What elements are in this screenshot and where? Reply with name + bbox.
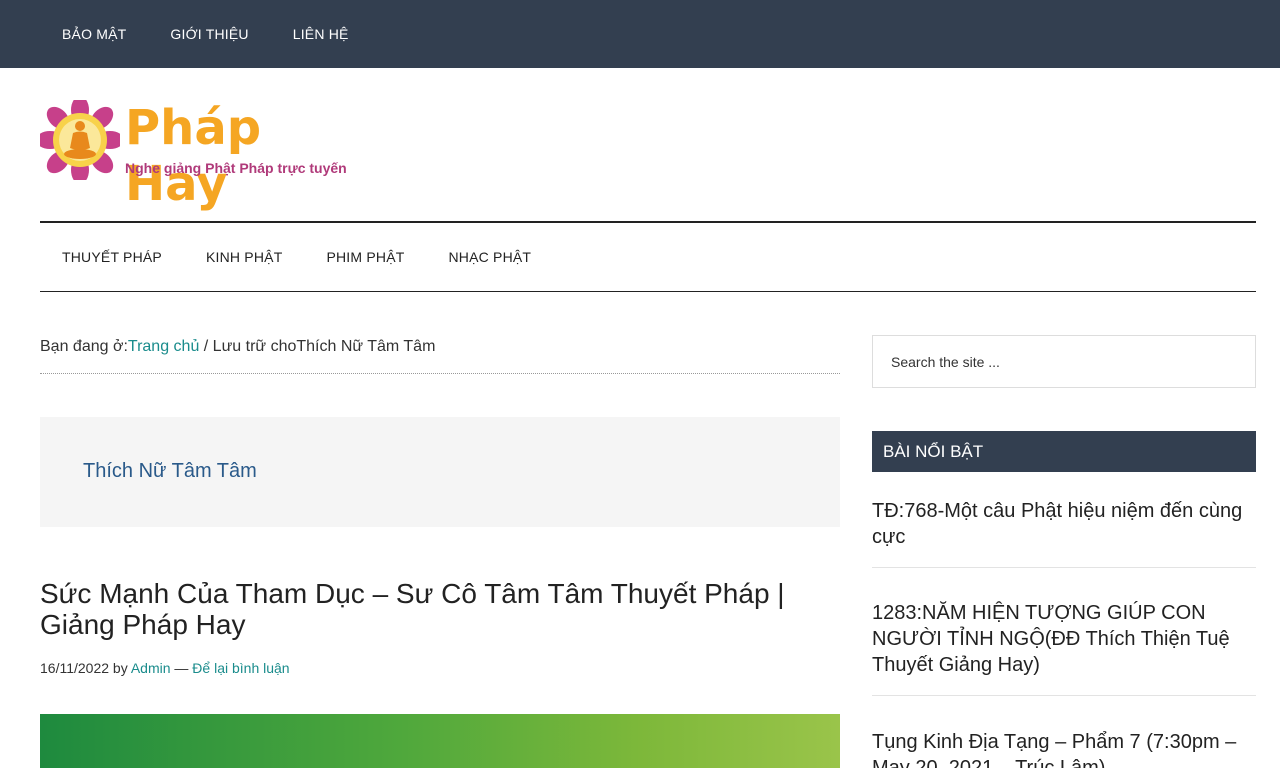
site-title: Pháp Hay [125, 100, 262, 212]
post-comment-link[interactable]: Để lại bình luận [192, 660, 289, 676]
site-tagline: Nghe giảng Phật Pháp trực tuyến [125, 160, 347, 176]
featured-post-item[interactable]: 1283:NĂM HIỆN TƯỢNG GIÚP CON NGƯỜI TỈNH … [872, 600, 1256, 696]
breadcrumb-current: Thích Nữ Tâm Tâm [296, 338, 436, 355]
breadcrumb-home-link[interactable]: Trang chủ [128, 338, 199, 355]
search-input[interactable] [873, 336, 1255, 387]
top-nav: BẢO MẬT GIỚI THIỆU LIÊN HỆ [40, 0, 371, 68]
featured-widget-title: BÀI NỔI BẬT [872, 431, 1256, 472]
post-meta: 16/11/2022 by Admin — Để lại bình luận [40, 660, 290, 676]
breadcrumb: Bạn đang ở:Trang chủ / Lưu trữ choThích … [40, 338, 840, 374]
post-meta-dash: — [170, 660, 193, 676]
featured-post-link[interactable]: Tụng Kinh Địa Tạng – Phẩm 7 (7:30pm – Ma… [872, 731, 1236, 768]
breadcrumb-separator: / Lưu trữ cho [199, 338, 297, 355]
featured-post-link[interactable]: 1283:NĂM HIỆN TƯỢNG GIÚP CON NGƯỜI TỈNH … [872, 602, 1230, 676]
top-nav-item-bao-mat[interactable]: BẢO MẬT [40, 26, 148, 42]
featured-post-link[interactable]: TĐ:768-Một câu Phật hiệu niệm đến cùng c… [872, 500, 1242, 548]
post-featured-image[interactable] [40, 714, 840, 768]
post-date: 16/11/2022 [40, 660, 110, 676]
main-nav-item-kinh-phat[interactable]: KINH PHẬT [184, 249, 304, 265]
featured-post-item[interactable]: Tụng Kinh Địa Tạng – Phẩm 7 (7:30pm – Ma… [872, 729, 1256, 768]
buddha-lotus-icon [40, 100, 120, 180]
site-logo[interactable]: Pháp Hay Nghe giảng Phật Pháp trực tuyến [40, 100, 380, 212]
main-nav-item-phim-phat[interactable]: PHIM PHẬT [304, 249, 426, 265]
breadcrumb-prefix: Bạn đang ở: [40, 338, 128, 355]
post-author-link[interactable]: Admin [131, 660, 171, 676]
archive-title: Thích Nữ Tâm Tâm [83, 460, 257, 482]
featured-post-item[interactable]: TĐ:768-Một câu Phật hiệu niệm đến cùng c… [872, 498, 1256, 568]
post-by: by [109, 660, 131, 676]
top-bar: BẢO MẬT GIỚI THIỆU LIÊN HỆ [0, 0, 1280, 68]
post-title-text[interactable]: Sức Mạnh Của Tham Dục – Sư Cô Tâm Tâm Th… [40, 578, 785, 640]
main-nav-item-thuyet-phap[interactable]: THUYẾT PHÁP [40, 249, 184, 265]
search-box [872, 335, 1256, 388]
archive-header: Thích Nữ Tâm Tâm [40, 417, 840, 527]
post-title[interactable]: Sức Mạnh Của Tham Dục – Sư Cô Tâm Tâm Th… [40, 578, 840, 640]
top-nav-item-gioi-thieu[interactable]: GIỚI THIỆU [148, 26, 270, 42]
main-nav: THUYẾT PHÁP KINH PHẬT PHIM PHẬT NHẠC PHẬ… [40, 221, 1256, 292]
main-nav-item-nhac-phat[interactable]: NHẠC PHẬT [426, 249, 553, 265]
top-nav-item-lien-he[interactable]: LIÊN HỆ [271, 26, 371, 42]
